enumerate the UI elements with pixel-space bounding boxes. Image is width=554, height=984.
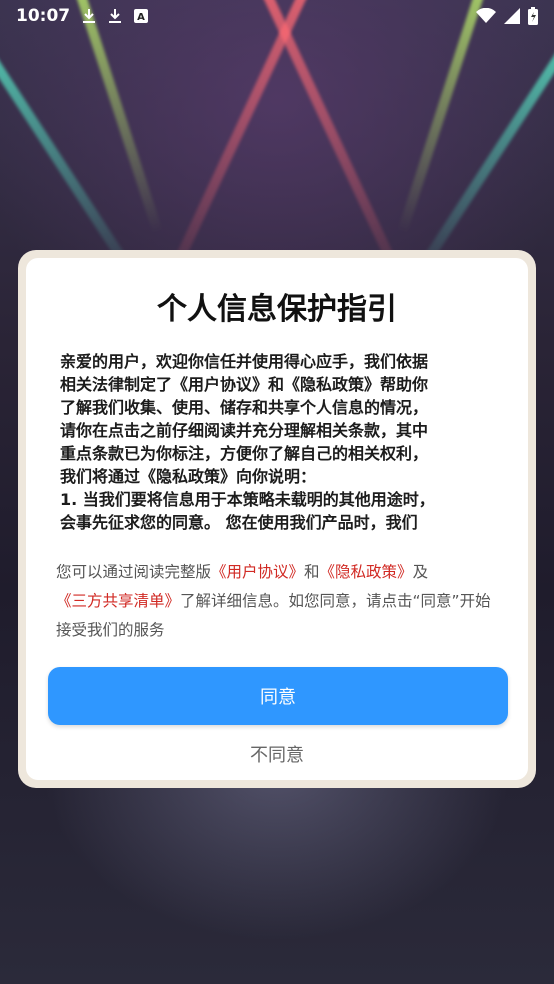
body-line: 我们将通过《隐私政策》向你说明：	[60, 467, 317, 486]
privacy-body-text[interactable]: 亲爱的用户，欢迎你信任并使用得心应手，我们依据 相关法律制定了《用户协议》和《隐…	[60, 350, 498, 550]
download-icon	[82, 8, 96, 24]
body-line: 1. 当我们要将信息用于本策略未载明的其他用途时，	[60, 490, 435, 509]
body-line: 会事先征求您的同意。 您在使用我们产品时，我们	[60, 513, 418, 532]
notice-prefix: 您可以通过阅读完整版	[56, 563, 212, 581]
signal-icon	[504, 8, 520, 24]
body-line: 相关法律制定了《用户协议》和《隐私政策》帮助你	[60, 375, 429, 394]
notice-and: 和	[304, 563, 320, 581]
svg-text:A: A	[137, 12, 145, 23]
body-line: 亲爱的用户，欢迎你信任并使用得心应手，我们依据	[60, 352, 429, 371]
light-beam	[396, 0, 494, 235]
notice-text: 您可以通过阅读完整版《用户协议》和《隐私政策》及 《三方共享清单》了解详细信息。如…	[56, 558, 498, 645]
status-time: 10:07	[16, 6, 71, 26]
dialog-title: 个人信息保护指引	[157, 292, 397, 327]
wifi-icon	[476, 8, 496, 24]
status-bar: 10:07 A	[0, 0, 554, 32]
body-line: 请你在点击之前仔细阅读并充分理解相关条款，其中	[60, 421, 429, 440]
third-party-list-link[interactable]: 《三方共享清单》	[56, 592, 180, 610]
notice-and2: 及	[412, 563, 429, 581]
privacy-policy-link[interactable]: 《隐私政策》	[320, 563, 413, 581]
agree-button[interactable]: 同意	[48, 667, 508, 725]
user-agreement-link[interactable]: 《用户协议》	[211, 563, 304, 581]
body-line: 重点条款已为你标注，方便你了解自己的相关权利，	[60, 444, 429, 463]
download-icon	[108, 8, 122, 24]
disagree-button[interactable]: 不同意	[26, 741, 528, 767]
dialog-card: 个人信息保护指引 亲爱的用户，欢迎你信任并使用得心应手，我们依据 相关法律制定了…	[26, 258, 528, 780]
body-line: 了解我们收集、使用、储存和共享个人信息的情况，	[60, 398, 429, 417]
font-a-icon: A	[134, 9, 149, 23]
privacy-dialog: 个人信息保护指引 亲爱的用户，欢迎你信任并使用得心应手，我们依据 相关法律制定了…	[18, 250, 536, 788]
battery-icon	[528, 7, 538, 25]
